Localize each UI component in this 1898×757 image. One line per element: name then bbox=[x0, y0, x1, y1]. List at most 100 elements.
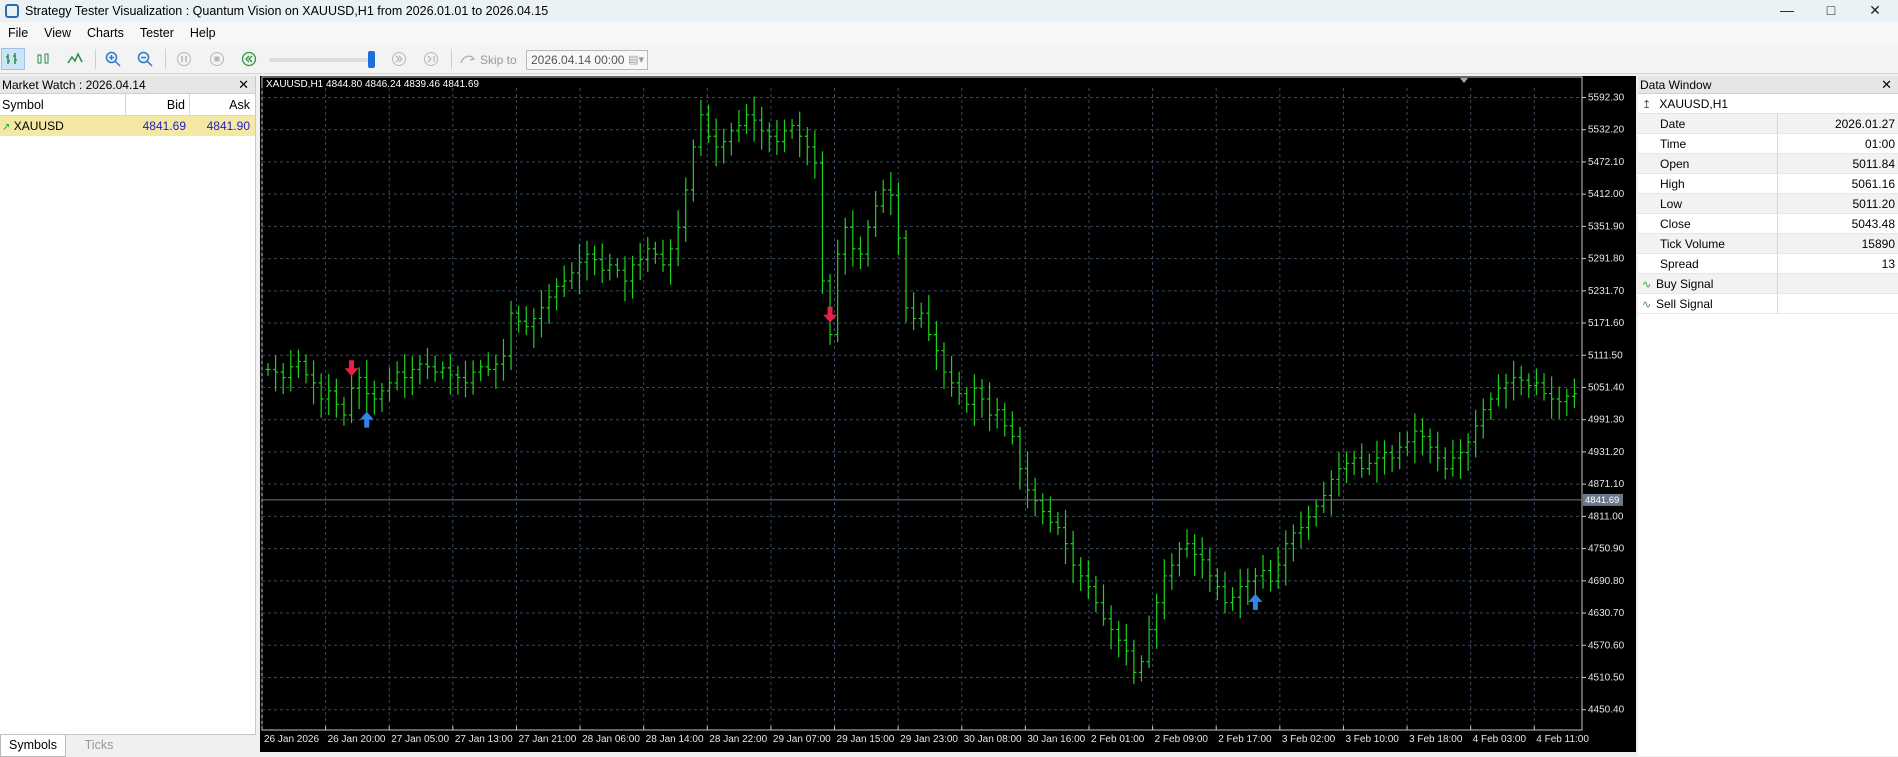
list-item: High 5061.16 bbox=[1638, 174, 1898, 194]
close-icon[interactable]: ✕ bbox=[238, 76, 249, 94]
time-tick-label: 2 Feb 17:00 bbox=[1218, 734, 1272, 745]
price-tick-label: 5472.10 bbox=[1588, 157, 1625, 168]
close-icon[interactable]: ✕ bbox=[1852, 0, 1898, 22]
line-chart-icon[interactable] bbox=[63, 48, 87, 70]
menu-bar: File View Charts Tester Help bbox=[0, 22, 1898, 44]
data-key: High bbox=[1638, 174, 1778, 193]
list-item: Close 5043.48 bbox=[1638, 214, 1898, 234]
skip-to-datetime-field[interactable]: 2026.04.14 00:00 ▤▾ bbox=[526, 50, 648, 70]
market-watch-tabs: Symbols Ticks bbox=[0, 734, 256, 757]
chart-canvas[interactable]: 5592.30 5532.20 5472.10 5412.00 5351.90 5291.… bbox=[260, 76, 1636, 752]
list-item: ∿ Buy Signal bbox=[1638, 274, 1898, 294]
tab-symbols[interactable]: Symbols bbox=[0, 735, 66, 757]
col-symbol[interactable]: Symbol bbox=[0, 94, 126, 115]
time-tick-label: 3 Feb 02:00 bbox=[1282, 734, 1336, 745]
time-tick-label: 29 Jan 15:00 bbox=[837, 734, 895, 745]
col-ask[interactable]: Ask bbox=[190, 94, 254, 115]
sell-signal-arrow bbox=[823, 306, 838, 323]
data-key: Low bbox=[1638, 194, 1778, 213]
menu-charts[interactable]: Charts bbox=[79, 22, 132, 44]
time-tick-label: 4 Feb 11:00 bbox=[1536, 734, 1589, 745]
symbol-cell: ↗ XAUUSD bbox=[0, 116, 126, 136]
price-tick-label: 5412.00 bbox=[1588, 189, 1625, 200]
tab-ticks[interactable]: Ticks bbox=[66, 735, 132, 757]
list-item: Time 01:00 bbox=[1638, 134, 1898, 154]
time-tick-label: 28 Jan 22:00 bbox=[709, 734, 767, 745]
skip-to-icon[interactable] bbox=[456, 48, 480, 70]
speed-up-icon[interactable] bbox=[387, 48, 411, 70]
data-window-title: Data Window bbox=[1640, 78, 1712, 92]
price-tick-label: 5111.50 bbox=[1588, 350, 1623, 361]
maximize-icon[interactable]: □ bbox=[1808, 0, 1854, 22]
app-icon bbox=[5, 4, 19, 18]
buy-signal-arrow bbox=[1248, 593, 1263, 610]
time-tick-label: 29 Jan 07:00 bbox=[773, 734, 831, 745]
candlestick-icon[interactable] bbox=[31, 48, 55, 70]
price-tick-label: 4630.70 bbox=[1588, 608, 1625, 619]
time-tick-label: 26 Jan 2026 bbox=[264, 734, 319, 745]
speed-slider-thumb[interactable] bbox=[368, 51, 375, 68]
price-tick-label: 5592.30 bbox=[1588, 92, 1625, 103]
menu-view[interactable]: View bbox=[36, 22, 79, 44]
data-key: Open bbox=[1638, 154, 1778, 173]
menu-file[interactable]: File bbox=[0, 22, 36, 44]
price-tick-label: 4570.60 bbox=[1588, 640, 1625, 651]
current-price-label: 4841.69 bbox=[1585, 495, 1619, 506]
data-window-panel: Data Window ✕ ↥ XAUUSD,H1 Date 2026.01.27… bbox=[1638, 76, 1898, 756]
window-title: Strategy Tester Visualization : Quantum … bbox=[25, 4, 549, 18]
list-item: Open 5011.84 bbox=[1638, 154, 1898, 174]
close-icon[interactable]: ✕ bbox=[1881, 76, 1892, 94]
pause-icon[interactable] bbox=[172, 48, 196, 70]
title-bar: Strategy Tester Visualization : Quantum … bbox=[0, 0, 1898, 22]
menu-help[interactable]: Help bbox=[182, 22, 224, 44]
data-window-rows: Date 2026.01.27 Time 01:00 Open 5011.84 Hig… bbox=[1638, 114, 1898, 314]
zoom-out-icon[interactable] bbox=[133, 48, 157, 70]
price-chart[interactable]: 5592.30 5532.20 5472.10 5412.00 5351.90 5291.… bbox=[260, 76, 1636, 752]
price-tick-label: 4871.10 bbox=[1588, 479, 1625, 490]
stop-icon[interactable] bbox=[205, 48, 229, 70]
calendar-dropdown-icon[interactable]: ▤▾ bbox=[628, 53, 644, 66]
data-key: Tick Volume bbox=[1638, 234, 1778, 253]
data-value bbox=[1778, 294, 1898, 313]
data-value: 5043.48 bbox=[1851, 217, 1895, 231]
data-window-header: Data Window ✕ bbox=[1638, 76, 1898, 94]
time-tick-label: 27 Jan 05:00 bbox=[391, 734, 449, 745]
time-tick-label: 30 Jan 16:00 bbox=[1027, 734, 1085, 745]
data-key: ∿ Sell Signal bbox=[1638, 294, 1778, 313]
skip-to-value: 2026.04.14 00:00 bbox=[531, 53, 625, 67]
zoom-in-icon[interactable] bbox=[101, 48, 125, 70]
list-item: Low 5011.20 bbox=[1638, 194, 1898, 214]
price-tick-label: 5231.70 bbox=[1588, 286, 1625, 297]
data-key: Date bbox=[1638, 114, 1778, 133]
data-value: 5011.20 bbox=[1852, 197, 1896, 211]
time-tick-label: 2 Feb 01:00 bbox=[1091, 734, 1145, 745]
list-item: Date 2026.01.27 bbox=[1638, 114, 1898, 134]
time-tick-label: 3 Feb 10:00 bbox=[1345, 734, 1399, 745]
buy-signal-label: Buy Signal bbox=[1656, 277, 1714, 291]
chart-ohlc-info: XAUUSD,H1 4844.80 4846.24 4839.46 4841.6… bbox=[266, 79, 479, 90]
time-tick-label: 28 Jan 14:00 bbox=[646, 734, 704, 745]
time-tick-label: 30 Jan 08:00 bbox=[964, 734, 1022, 745]
chart-frame bbox=[261, 76, 1583, 731]
price-tick-label: 4750.90 bbox=[1588, 544, 1625, 555]
signal-line-icon: ∿ bbox=[1642, 299, 1652, 311]
minimize-icon[interactable]: — bbox=[1764, 0, 1810, 22]
market-watch-panel: Market Watch : 2026.04.14 ✕ Symbol Bid A… bbox=[0, 76, 256, 757]
buy-signal-arrow bbox=[359, 411, 374, 428]
speed-slider-track[interactable] bbox=[269, 58, 375, 62]
trend-up-icon: ↗ bbox=[2, 122, 11, 133]
time-tick-label: 4 Feb 03:00 bbox=[1473, 734, 1527, 745]
table-row[interactable]: ↗ XAUUSD 4841.69 4841.90 bbox=[0, 116, 255, 136]
step-forward-icon[interactable] bbox=[419, 48, 443, 70]
signal-line-icon: ∿ bbox=[1642, 279, 1652, 291]
time-tick-label: 2 Feb 09:00 bbox=[1155, 734, 1209, 745]
data-value: 01:00 bbox=[1864, 137, 1895, 151]
list-item: Spread 13 bbox=[1638, 254, 1898, 274]
bar-chart-icon[interactable] bbox=[1, 48, 25, 70]
toolbar: Skip to 2026.04.14 00:00 ▤▾ bbox=[0, 44, 1898, 74]
col-bid[interactable]: Bid bbox=[126, 94, 190, 115]
menu-tester[interactable]: Tester bbox=[132, 22, 182, 44]
slow-down-icon[interactable] bbox=[237, 48, 261, 70]
price-tick-label: 5351.90 bbox=[1588, 221, 1625, 232]
price-tick-label: 5051.40 bbox=[1588, 382, 1625, 393]
